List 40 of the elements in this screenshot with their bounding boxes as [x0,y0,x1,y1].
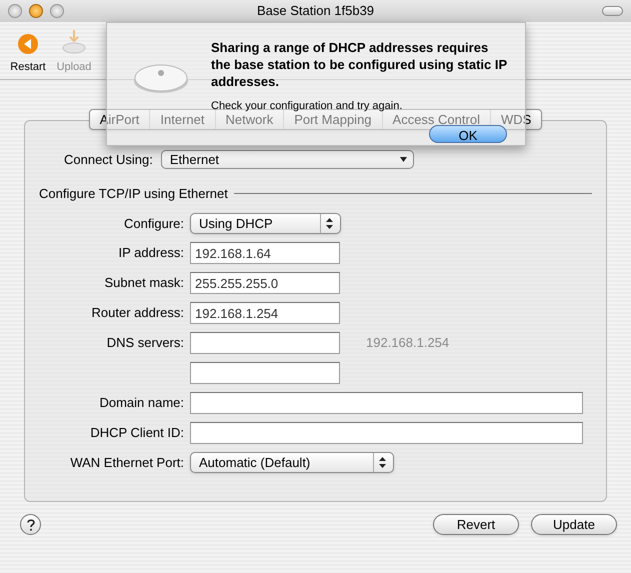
text-field[interactable] [190,392,583,414]
popup-menu[interactable]: Automatic (Default) [190,452,394,473]
toolbar-button[interactable]: Restart [8,32,48,75]
tab[interactable]: Internet [149,110,215,129]
text-field[interactable] [190,422,583,444]
restart-icon [17,32,39,54]
dropdown-arrow-icon [400,157,407,162]
window-title: Base Station 1f5b39 [256,2,374,20]
text-field[interactable] [190,362,340,384]
tab[interactable]: Port Mapping [283,110,382,129]
text-field[interactable]: 255.255.255.0 [190,272,340,294]
field-label: Router address: [90,304,184,322]
upload-icon [61,28,87,54]
field-label: Subnet mask: [104,274,184,292]
push-button[interactable]: Revert [433,514,519,535]
text-field[interactable]: 192.168.1.64 [190,242,340,264]
text-field[interactable]: 192.168.1.254 [190,302,340,324]
text-field[interactable] [190,332,340,354]
tab[interactable]: Network [214,110,284,129]
field-label: DHCP Client ID: [89,424,184,442]
toolbar-toggle-icon[interactable] [602,6,623,16]
field-label: DNS servers: [106,334,184,352]
minimize-icon[interactable] [29,4,43,18]
stepper-arrows-icon [379,457,386,468]
alert-title: Sharing a range of DHCP addresses requires the base station to be configured using static IP addresses. [211,39,507,90]
field-label: Configure: [123,214,184,233]
stepper-arrows-icon [326,218,333,229]
field-label: IP address: [117,244,184,262]
help-button[interactable] [20,514,41,535]
default-dns-note: 192.168.1.254 [366,334,450,352]
ok-button[interactable]: OK [429,125,507,143]
popup-menu[interactable]: Using DHCP [190,213,341,234]
push-button[interactable]: Update [531,514,617,535]
help-icon [26,518,34,530]
field-label: WAN Ethernet Port: [69,454,184,472]
popup-menu[interactable]: Ethernet [160,150,414,170]
section-title: Configure TCP/IP using Ethernet [39,184,228,203]
field-label: Connect Using: [64,151,153,169]
field-label: Domain name: [98,394,184,412]
tab[interactable]: AirPort [90,110,150,129]
